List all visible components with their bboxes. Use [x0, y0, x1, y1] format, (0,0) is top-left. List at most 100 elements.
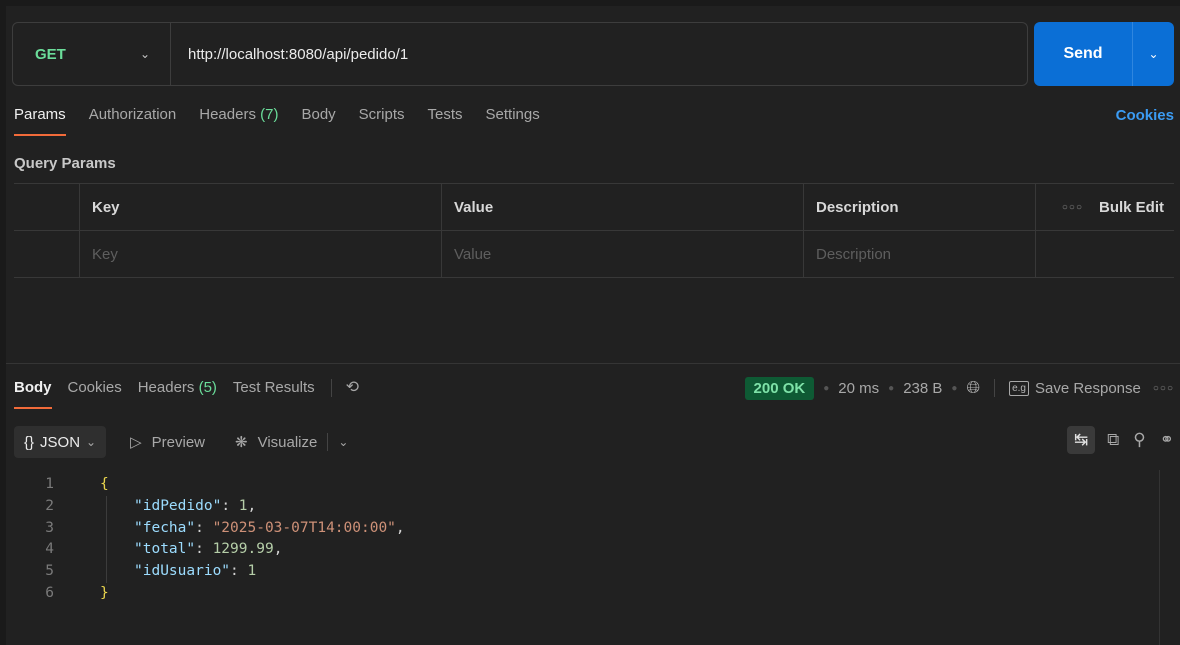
line-number: 5 — [45, 563, 54, 580]
separator-dot: ● — [823, 382, 830, 394]
code-line: 3 "fecha": "2025-03-07T14:00:00", — [14, 517, 405, 540]
json-comma: , — [395, 519, 405, 536]
search-icon[interactable]: ⚲ — [1133, 430, 1145, 450]
code-text: "fecha": "2025-03-07T14:00:00", — [107, 518, 405, 540]
response-tab-headers-label: Headers — [137, 379, 195, 396]
table-row: Key Value Description — [14, 231, 1174, 278]
response-tab-cookies[interactable]: Cookies — [68, 380, 122, 410]
json-colon: : — [221, 497, 239, 514]
separator-dot: ● — [951, 382, 958, 394]
bulk-edit-cell: ○○○ Bulk Edit — [1036, 184, 1174, 230]
method-select[interactable]: GET ⌄ — [13, 23, 171, 85]
tab-body[interactable]: Body — [301, 107, 335, 137]
line-number: 3 — [45, 519, 54, 536]
key-input[interactable]: Key — [80, 231, 442, 277]
code-text: "idPedido": 1, — [107, 496, 256, 518]
json-comma: , — [247, 497, 257, 514]
response-tab-headers[interactable]: Headers (5) — [138, 380, 217, 410]
send-button[interactable]: Send — [1034, 22, 1133, 86]
line-number: 6 — [45, 584, 54, 601]
line-number: 4 — [45, 541, 54, 558]
table-header-row: Key Value Description ○○○ Bulk Edit — [14, 184, 1174, 231]
code-line: 5 "idUsuario": 1 — [14, 561, 405, 583]
json-colon: : — [195, 519, 213, 536]
toolbar-separator — [327, 433, 329, 451]
response-body-code[interactable]: 1 { 2 "idPedido": 1, 3 "fecha": "2025-03… — [14, 474, 405, 605]
close-brace: } — [100, 584, 109, 601]
save-response-icon: e.g — [1009, 380, 1029, 396]
format-select[interactable]: {} JSON ⌄ — [14, 426, 107, 458]
empty-cell — [1036, 231, 1174, 277]
tab-scripts[interactable]: Scripts — [359, 107, 405, 137]
query-params-title: Query Params — [14, 155, 116, 172]
separator-dot: ● — [888, 382, 895, 394]
url-input[interactable]: http://localhost:8080/api/pedido/1 — [171, 46, 408, 63]
json-number: 1299.99 — [212, 541, 274, 558]
tab-headers[interactable]: Headers (7) — [199, 107, 278, 137]
json-string: "2025-03-07T14:00:00" — [212, 519, 396, 536]
tab-authorization[interactable]: Authorization — [89, 107, 177, 137]
description-input[interactable]: Description — [804, 231, 1036, 277]
bulk-edit-button[interactable]: Bulk Edit — [1099, 199, 1164, 216]
code-text: "idUsuario": 1 — [107, 561, 256, 583]
response-tab-test-results[interactable]: Test Results — [233, 380, 315, 410]
value-input[interactable]: Value — [442, 231, 804, 277]
pane-divider[interactable] — [6, 363, 1180, 364]
json-key: "idPedido" — [134, 497, 222, 514]
key-column-header: Key — [80, 184, 442, 230]
response-time[interactable]: 20 ms — [838, 380, 879, 397]
history-icon[interactable]: ⟲ — [346, 380, 359, 396]
visualize-icon: ❋ — [235, 434, 248, 451]
visualize-label: Visualize — [257, 433, 318, 451]
json-key: "idUsuario" — [134, 563, 231, 580]
code-line: 4 "total": 1299.99, — [14, 539, 405, 562]
save-response-button[interactable]: Save Response — [1035, 380, 1141, 397]
preview-label: Preview — [151, 433, 206, 451]
line-number: 2 — [45, 497, 54, 514]
tab-params[interactable]: Params — [14, 107, 66, 137]
visualize-options-chevron-icon[interactable]: ⌄ — [338, 435, 348, 449]
wrap-lines-icon[interactable]: ↹ — [1067, 426, 1096, 454]
line-number: 1 — [45, 476, 54, 492]
more-options-icon[interactable]: ○○○ — [1062, 202, 1083, 213]
checkbox-column-header — [14, 184, 80, 230]
chevron-down-icon: ⌄ — [139, 47, 150, 61]
response-size[interactable]: 238 B — [903, 380, 942, 397]
send-options-chevron-icon[interactable]: ⌄ — [1133, 22, 1174, 86]
json-comma: , — [273, 541, 283, 558]
tab-headers-count: (7) — [260, 106, 279, 123]
format-toolbar: {} JSON ⌄ ▷ Preview ❋ Visualize ⌄ — [14, 426, 348, 458]
tab-settings[interactable]: Settings — [486, 107, 540, 137]
status-badge[interactable]: 200 OK — [744, 376, 815, 400]
description-column-header: Description — [804, 184, 1036, 230]
copy-icon[interactable]: ⧉ — [1107, 430, 1119, 450]
visualize-button[interactable]: ❋ Visualize — [235, 433, 318, 452]
json-number: 1 — [247, 563, 257, 580]
open-brace: { — [100, 476, 109, 492]
more-options-icon[interactable]: ○○○ — [1153, 383, 1174, 394]
chevron-down-icon: ⌄ — [86, 435, 97, 449]
json-key: "total" — [134, 541, 196, 558]
json-colon: : — [230, 563, 248, 580]
value-column-header: Value — [442, 184, 804, 230]
row-checkbox[interactable] — [14, 231, 80, 277]
link-icon[interactable]: ⚭ — [1160, 430, 1174, 450]
tab-tests[interactable]: Tests — [428, 107, 463, 137]
status-separator — [994, 379, 996, 397]
cookies-link[interactable]: Cookies — [1116, 107, 1174, 124]
url-bar: GET ⌄ http://localhost:8080/api/pedido/1 — [12, 22, 1028, 86]
scrollbar-track[interactable] — [1159, 470, 1160, 645]
code-line: 6 } — [14, 583, 405, 605]
response-tab-body[interactable]: Body — [14, 380, 52, 410]
response-headers-count: (5) — [198, 379, 217, 396]
tab-headers-label: Headers — [199, 106, 256, 123]
globe-icon[interactable]: 🌐︎ — [966, 378, 980, 398]
preview-button[interactable]: ▷ Preview — [130, 433, 206, 452]
json-key: "fecha" — [134, 519, 196, 536]
braces-icon: {} — [24, 433, 35, 451]
response-status-bar: 200 OK ● 20 ms ● 238 B ● 🌐︎ e.g Save Res… — [744, 376, 1174, 400]
code-text: "total": 1299.99, — [107, 539, 282, 561]
query-params-table: Key Value Description ○○○ Bulk Edit Key … — [14, 183, 1174, 278]
play-outline-icon: ▷ — [130, 434, 142, 451]
tab-separator — [330, 379, 332, 397]
